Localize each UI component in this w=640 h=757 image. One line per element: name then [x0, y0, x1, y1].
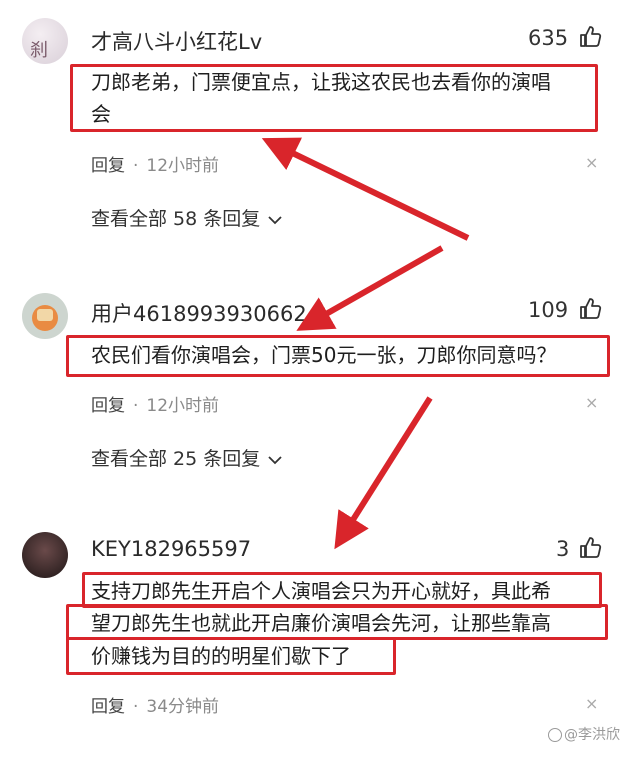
arrow-line — [334, 396, 433, 550]
arrow-line — [261, 137, 470, 241]
watermark: @李洪欣 — [548, 724, 620, 744]
watermark-logo-icon — [548, 728, 562, 742]
watermark-text: @李洪欣 — [564, 727, 620, 743]
arrow-line — [296, 245, 444, 331]
annotation-arrows — [261, 137, 470, 550]
